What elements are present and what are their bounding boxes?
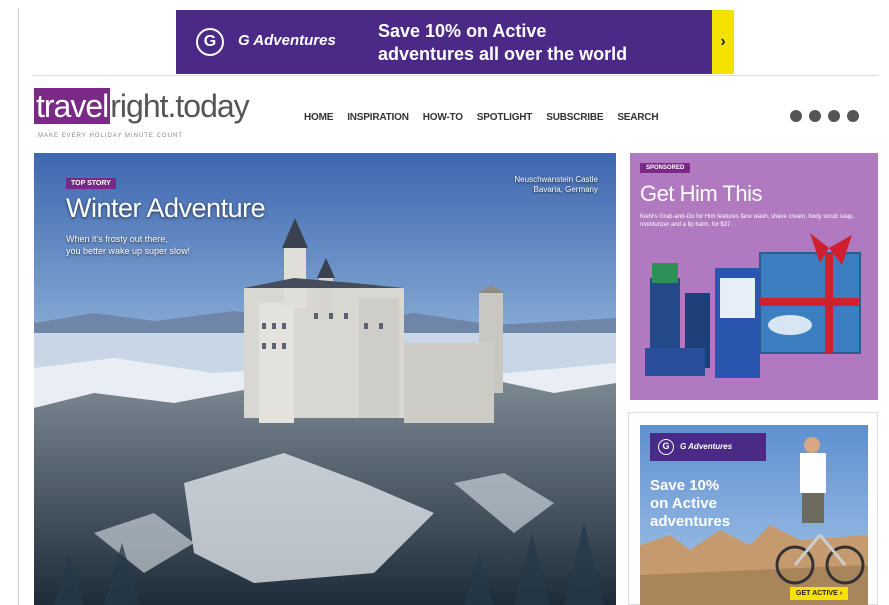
top-banner-ad[interactable]: G G Adventures Save 10% on Active advent… — [176, 10, 734, 74]
banner-message-line1: Save 10% on Active — [378, 21, 547, 41]
twitter-icon[interactable] — [847, 110, 859, 122]
sponsored-product-image — [645, 233, 861, 378]
site-logo[interactable]: travelright.today — [34, 88, 250, 125]
side-ad[interactable]: G G Adventures Save 10% on Active advent… — [640, 425, 868, 605]
get-active-button[interactable]: GET ACTIVE › — [790, 587, 849, 600]
nav-home[interactable]: HOME — [304, 112, 333, 123]
instagram-icon[interactable] — [809, 110, 821, 122]
side-ad-brand: G Adventures — [680, 442, 733, 451]
hero-caption: Neuschwanstein Castle Bavaria, Germany — [514, 175, 598, 195]
banner-message: Save 10% on Active adventures all over t… — [378, 20, 627, 66]
banner-arrow-icon[interactable]: › — [712, 10, 734, 74]
hero-subtitle: When it's frosty out there, you better w… — [66, 233, 216, 257]
g-adventures-logo-icon: G — [658, 439, 674, 455]
logo-highlight: travel — [34, 88, 111, 124]
main-nav: HOME INSPIRATION HOW-TO SPOTLIGHT SUBSCR… — [304, 112, 659, 123]
facebook-icon[interactable] — [790, 110, 802, 122]
banner-brand: G Adventures — [238, 32, 336, 49]
banner-message-line2: adventures all over the world — [378, 44, 628, 64]
top-story-badge: TOP STORY — [66, 178, 116, 189]
hero-caption-line1: Neuschwanstein Castle — [514, 175, 598, 184]
logo-rest: right.today — [110, 88, 249, 124]
side-ad-message-line2: on Active — [650, 495, 717, 512]
hero-title[interactable]: Winter Adventure — [66, 193, 266, 224]
side-ad-logo: G G Adventures — [650, 433, 766, 461]
hero-caption-line2: Bavaria, Germany — [533, 185, 598, 194]
hero-story[interactable]: TOP STORY Winter Adventure When it's fro… — [34, 153, 616, 605]
site-tagline: MAKE EVERY HOLIDAY MINUTE COUNT — [38, 133, 183, 139]
nav-subscribe[interactable]: SUBSCRIBE — [546, 112, 603, 123]
g-adventures-logo-icon: G — [196, 28, 224, 56]
nav-search[interactable]: SEARCH — [617, 112, 658, 123]
social-icons — [790, 110, 859, 122]
header-divider — [32, 75, 878, 76]
nav-inspiration[interactable]: INSPIRATION — [347, 112, 409, 123]
hero-subtitle-line2: you better wake up super slow! — [66, 246, 191, 256]
side-ad-message-line1: Save 10% — [650, 477, 720, 494]
nav-spotlight[interactable]: SPOTLIGHT — [477, 112, 533, 123]
sponsored-card[interactable]: SPONSORED Get Him This Kiehl's Grab-and-… — [630, 153, 878, 400]
pinterest-icon[interactable] — [828, 110, 840, 122]
nav-how-to[interactable]: HOW-TO — [423, 112, 463, 123]
side-ad-message: Save 10% on Active adventures — [650, 477, 750, 531]
hero-subtitle-line1: When it's frosty out there, — [66, 234, 168, 244]
side-ad-message-line3: adventures — [650, 513, 731, 530]
